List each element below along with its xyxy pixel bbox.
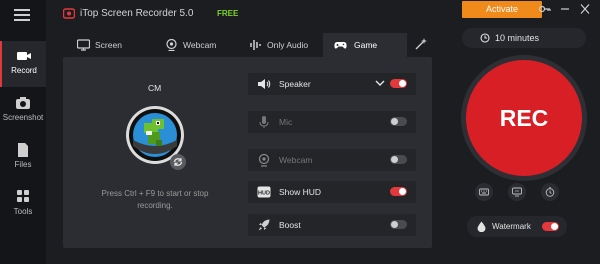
audio-wave-icon	[250, 40, 261, 50]
title-bar: iTop Screen Recorder 5.0 FREE Activate	[46, 0, 600, 28]
sidebar-item-label: Screenshot	[2, 113, 44, 122]
camera-icon	[16, 97, 30, 109]
option-speaker: Speaker	[248, 73, 416, 95]
clock-icon	[480, 33, 490, 43]
screen-settings-button[interactable]	[508, 183, 526, 201]
speaker-icon	[258, 79, 271, 89]
webcam-icon	[166, 39, 177, 51]
tab-game[interactable]: Game	[323, 33, 407, 57]
rocket-icon	[258, 219, 270, 231]
option-show-hud: HUD Show HUD	[248, 181, 416, 203]
magic-sparkle-icon[interactable]	[414, 37, 428, 51]
sidebar-item-files[interactable]: Files	[0, 135, 46, 181]
timer-label: 10 minutes	[495, 33, 540, 43]
option-label: Show HUD	[279, 187, 322, 197]
watermark-label: Watermark	[492, 222, 531, 231]
rec-button[interactable]: REC	[466, 60, 582, 176]
watermark-toggle[interactable]	[542, 222, 559, 231]
hud-icon: HUD	[257, 186, 271, 198]
file-icon	[18, 143, 28, 157]
show-hud-toggle[interactable]	[390, 187, 407, 196]
refresh-icon[interactable]	[170, 154, 186, 170]
option-mic: Mic	[248, 111, 416, 133]
activate-button[interactable]: Activate	[462, 1, 542, 18]
sidebar-item-label: Files	[14, 160, 32, 169]
option-label: Speaker	[279, 79, 311, 89]
mic-toggle[interactable]	[390, 117, 407, 126]
tab-label: Webcam	[183, 40, 217, 50]
recording-timer[interactable]: 10 minutes	[462, 28, 586, 48]
webcam-toggle[interactable]	[390, 155, 407, 164]
app-logo-icon	[63, 8, 75, 19]
option-boost: Boost	[248, 214, 416, 236]
keyboard-button[interactable]	[475, 183, 493, 201]
tab-only-audio[interactable]: Only Audio	[241, 33, 323, 57]
tab-webcam[interactable]: Webcam	[153, 33, 241, 57]
keyboard-icon	[479, 188, 489, 196]
sidebar-item-tools[interactable]: Tools	[0, 182, 46, 228]
key-icon[interactable]	[539, 4, 551, 14]
video-camera-icon	[17, 52, 31, 60]
timer-icon	[545, 187, 555, 197]
chevron-down-icon[interactable]	[375, 79, 385, 87]
gamepad-icon	[334, 42, 347, 49]
svg-text:HUD: HUD	[258, 191, 270, 197]
microphone-icon	[259, 116, 269, 128]
game-name: CM	[148, 83, 162, 93]
grid-icon	[17, 190, 29, 202]
webcam-icon	[258, 153, 270, 167]
drop-icon	[477, 221, 486, 232]
menu-icon[interactable]	[14, 9, 30, 21]
screen-icon	[512, 187, 522, 197]
minimize-icon[interactable]	[559, 4, 571, 14]
sidebar-item-label: Record	[11, 66, 37, 75]
monitor-icon	[77, 39, 90, 51]
sidebar-item-record[interactable]: Record	[0, 41, 46, 87]
mode-tabs: Screen Webcam Only Audio Game	[63, 33, 435, 57]
tab-label: Game	[354, 40, 378, 50]
option-webcam: Webcam	[248, 149, 416, 171]
option-label: Mic	[279, 117, 293, 127]
app-title: iTop Screen Recorder 5.0	[80, 8, 194, 19]
watermark-control: Watermark	[467, 216, 567, 237]
schedule-button[interactable]	[541, 183, 559, 201]
sidebar: Record Screenshot Files Tools	[0, 0, 46, 264]
free-badge: FREE	[217, 9, 239, 18]
sidebar-item-label: Tools	[13, 207, 33, 216]
tab-screen[interactable]: Screen	[63, 33, 153, 57]
close-icon[interactable]	[579, 4, 591, 14]
option-label: Boost	[279, 220, 301, 230]
option-label: Webcam	[279, 155, 313, 165]
speaker-toggle[interactable]	[390, 79, 407, 88]
tab-label: Only Audio	[267, 40, 309, 50]
tab-label: Screen	[95, 40, 122, 50]
hotkey-hint: Press Ctrl + F9 to start or stop recordi…	[101, 189, 209, 210]
boost-toggle[interactable]	[390, 220, 407, 229]
sidebar-item-screenshot[interactable]: Screenshot	[0, 88, 46, 134]
